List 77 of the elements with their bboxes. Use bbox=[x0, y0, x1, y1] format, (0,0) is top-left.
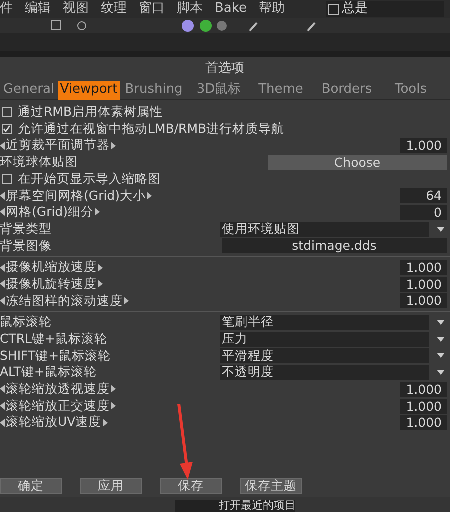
number-field[interactable]: 1.000 bbox=[400, 382, 447, 397]
dropdown-caret-icon[interactable] bbox=[437, 353, 445, 358]
setting-label: 鼠标滚轮 bbox=[0, 316, 52, 329]
setting-label: 摄像机旋转速度 bbox=[6, 278, 97, 290]
file-field[interactable]: stdimage.dds bbox=[222, 238, 447, 254]
number-field[interactable]: 1.000 bbox=[400, 260, 447, 276]
tab[interactable]: Tools bbox=[382, 80, 440, 100]
dropdown-caret-icon[interactable] bbox=[437, 226, 445, 232]
number-field[interactable]: 1.000 bbox=[400, 415, 447, 430]
tab[interactable]: Brushing bbox=[120, 80, 188, 100]
menu-item[interactable]: 窗口 bbox=[139, 0, 165, 19]
setting-label: SHIFT键+鼠标滚轮 bbox=[0, 350, 112, 362]
number-field[interactable]: 1.000 bbox=[400, 276, 447, 292]
setting-label: 允许通过在视窗中拖动LMB/RMB进行材质导航 bbox=[18, 122, 285, 136]
checkbox[interactable] bbox=[2, 107, 12, 118]
option-label: 总是 bbox=[342, 0, 368, 18]
choose-button[interactable]: Choose bbox=[268, 154, 447, 170]
setting-label: 冻结图样的滚动速度 bbox=[6, 294, 123, 308]
setting-label: 背景类型 bbox=[0, 222, 52, 236]
number-field[interactable]: 1.000 bbox=[400, 398, 447, 414]
dropdown[interactable]: 笔刷半径 bbox=[220, 315, 429, 330]
increase-arrow-icon[interactable] bbox=[95, 208, 100, 216]
dropdown[interactable]: 不透明度 bbox=[220, 365, 429, 380]
menu-item[interactable]: 帮助 bbox=[258, 0, 285, 19]
tab[interactable]: Theme bbox=[250, 80, 312, 100]
setting-label: 滚轮缩放UV速度 bbox=[6, 416, 102, 429]
dropdown-value: 压力 bbox=[222, 333, 248, 346]
setting-label: 网格(Grid)细分 bbox=[6, 206, 94, 219]
menu-item[interactable]: Bake bbox=[215, 0, 247, 19]
setting-label: 环境球体贴图 bbox=[0, 156, 78, 169]
setting-label: ALT键+鼠标滚轮 bbox=[0, 366, 97, 379]
number-field[interactable]: 0 bbox=[400, 204, 447, 220]
menu-item[interactable]: 脚本 bbox=[177, 0, 203, 19]
increase-arrow-icon[interactable] bbox=[124, 296, 129, 305]
menu-item[interactable]: 纹理 bbox=[101, 0, 127, 19]
increase-arrow-icon[interactable] bbox=[111, 142, 116, 150]
setting-label: 背景图像 bbox=[0, 240, 52, 252]
dialog-button[interactable]: 保存主题 bbox=[240, 478, 302, 494]
tab[interactable]: General bbox=[0, 80, 58, 100]
recent-projects-label: 打开最近的项目 bbox=[218, 500, 296, 512]
dialog-button[interactable]: 保存 bbox=[160, 478, 222, 494]
dropdown-caret-icon[interactable] bbox=[437, 320, 445, 326]
dropdown-caret-icon[interactable] bbox=[437, 370, 445, 376]
menu-item[interactable]: 件 bbox=[0, 0, 13, 19]
setting-label: 屏幕空间网格(Grid)大小 bbox=[6, 190, 146, 202]
number-field[interactable]: 64 bbox=[400, 188, 447, 204]
number-field[interactable]: 1.000 bbox=[400, 138, 447, 154]
menu-item[interactable]: 编辑 bbox=[25, 0, 51, 19]
dialog-title: 首选项 bbox=[206, 60, 244, 78]
dropdown[interactable]: 平滑程度 bbox=[220, 348, 429, 364]
decrease-arrow-icon[interactable] bbox=[0, 142, 5, 150]
number-field[interactable]: 1.000 bbox=[400, 293, 447, 308]
dropdown-value: 使用环境贴图 bbox=[222, 222, 300, 236]
setting-label: 摄像机缩放速度 bbox=[6, 261, 97, 274]
tab[interactable]: Viewport bbox=[58, 80, 120, 100]
menu-item[interactable]: 视图 bbox=[63, 0, 89, 19]
setting-label: 通过RMB启用体素树属性 bbox=[18, 106, 164, 119]
tab[interactable]: 3D鼠标 bbox=[188, 80, 250, 100]
setting-label: CTRL键+鼠标滚轮 bbox=[0, 333, 108, 346]
checkbox[interactable] bbox=[328, 4, 339, 14]
checkbox[interactable] bbox=[2, 174, 12, 184]
setting-label: 滚轮缩放正交速度 bbox=[6, 400, 110, 412]
dropdown-value: 不透明度 bbox=[222, 366, 274, 379]
setting-label: 滚轮缩放透视速度 bbox=[6, 383, 110, 396]
dropdown[interactable]: 使用环境贴图 bbox=[220, 222, 429, 237]
dropdown-caret-icon[interactable] bbox=[437, 336, 445, 342]
setting-label: 近剪裁平面调节器 bbox=[6, 139, 110, 152]
dropdown-value: 平滑程度 bbox=[222, 350, 274, 362]
tab[interactable]: Borders bbox=[312, 80, 382, 100]
checkbox[interactable] bbox=[2, 124, 12, 134]
dialog-button[interactable]: 应用 bbox=[80, 478, 142, 494]
always-option[interactable]: 总是 bbox=[326, 1, 444, 17]
dropdown-value: 笔刷半径 bbox=[222, 316, 274, 329]
setting-label: 在开始页显示导入缩略图 bbox=[18, 172, 161, 186]
increase-arrow-icon[interactable] bbox=[147, 192, 152, 200]
dialog-button[interactable]: 确定 bbox=[0, 478, 62, 494]
dropdown[interactable]: 压力 bbox=[220, 332, 429, 347]
